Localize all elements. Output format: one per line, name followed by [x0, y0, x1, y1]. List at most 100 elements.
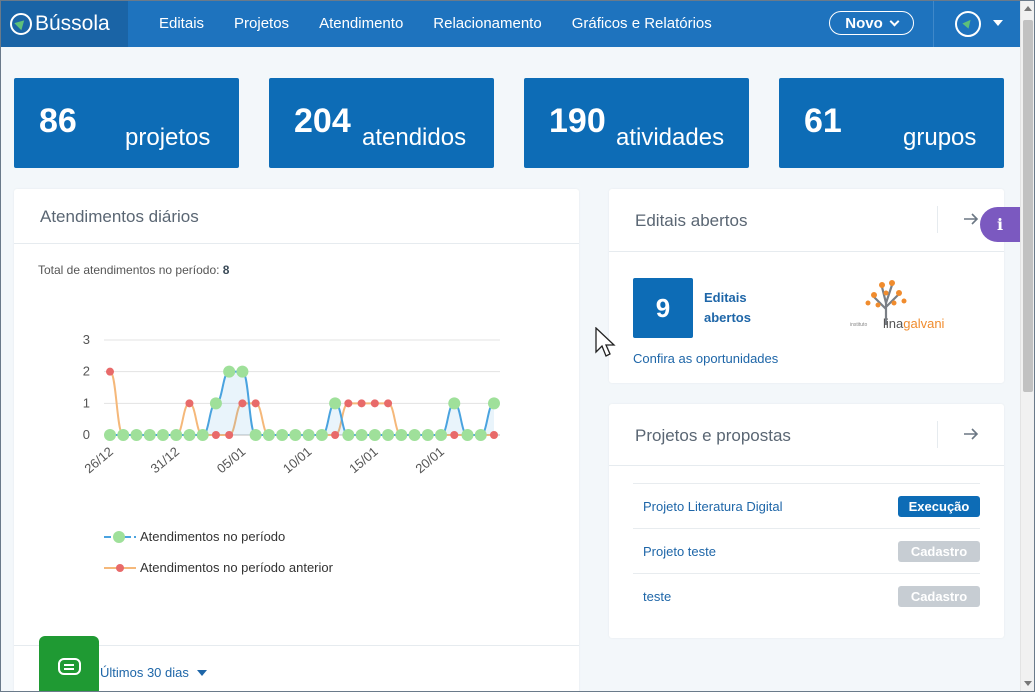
logo-instituto: instituto	[850, 322, 868, 328]
project-name[interactable]: Projeto Literatura Digital	[643, 499, 782, 514]
data-point-periodo	[236, 365, 249, 378]
confira-oportunidades-link[interactable]: Confira as oportunidades	[633, 351, 778, 366]
project-name[interactable]: teste	[643, 589, 671, 604]
data-point-periodo	[249, 429, 262, 441]
data-point-anterior	[344, 399, 353, 408]
scroll-up-arrow-icon[interactable]	[1024, 6, 1032, 11]
project-name[interactable]: Projeto teste	[643, 544, 716, 559]
stat-card-grupos[interactable]: 61 grupos	[779, 78, 1004, 168]
arrow-right-icon[interactable]	[962, 210, 980, 228]
vertical-scrollbar[interactable]	[1020, 0, 1035, 692]
legend-label: Atendimentos no período anterior	[140, 560, 333, 575]
data-point-periodo	[421, 429, 434, 441]
period-select[interactable]: Últimos 30 dias	[100, 665, 207, 680]
total-value: 8	[222, 263, 230, 277]
nav-editais[interactable]: Editais	[159, 15, 204, 32]
data-point-periodo	[302, 429, 315, 441]
stat-label: projetos	[125, 124, 211, 151]
nav-atendimento[interactable]: Atendimento	[319, 15, 403, 32]
total-atendimentos: Total de atendimentos no período: 8	[38, 263, 229, 277]
novo-label: Novo	[845, 14, 883, 32]
legend-label: Atendimentos no período	[140, 529, 286, 544]
nav-relacionamento[interactable]: Relacionamento	[433, 15, 541, 32]
stat-value: 61	[804, 102, 842, 140]
novo-button[interactable]: Novo	[829, 11, 914, 35]
status-badge: Cadastro	[898, 540, 980, 562]
data-point-anterior	[490, 431, 498, 439]
top-navbar: Bússola Editais Projetos Atendimento Rel…	[0, 0, 1020, 47]
stat-label: grupos	[903, 124, 977, 151]
nav-links: Editais Projetos Atendimento Relacioname…	[159, 15, 742, 32]
table-row[interactable]: Projeto Literatura Digital Execução	[633, 483, 980, 528]
logo-text-lina: lina	[883, 316, 904, 331]
nav-projetos[interactable]: Projetos	[234, 15, 289, 32]
caret-down-icon[interactable]	[993, 20, 1003, 26]
title-divider	[937, 421, 938, 448]
brand-logo[interactable]: Bússola	[0, 0, 128, 47]
panel-divider	[609, 465, 1004, 466]
data-point-anterior	[331, 431, 340, 439]
data-point-anterior	[251, 399, 260, 408]
legend-item-periodo-anterior[interactable]: Atendimentos no período anterior	[104, 560, 333, 575]
legend-swatch-periodo-anterior	[104, 562, 136, 574]
data-point-periodo	[329, 397, 342, 410]
stat-card-atividades[interactable]: 190 atividades	[524, 78, 749, 168]
table-row[interactable]: Projeto teste Cadastro	[633, 528, 980, 573]
editais-count[interactable]: 9	[633, 278, 693, 338]
atendimentos-chart: 0 1 2 3 26/12 31/12 05/01 10/01 15/01 20/01	[81, 332, 500, 476]
user-avatar[interactable]	[955, 11, 981, 37]
data-point-anterior	[225, 431, 234, 439]
stat-label: atendidos	[362, 124, 467, 151]
data-point-periodo	[117, 429, 130, 441]
nav-divider	[933, 0, 934, 47]
panel-title: Atendimentos diários	[40, 207, 199, 226]
panel-title: Projetos e propostas	[635, 426, 791, 445]
data-point-periodo	[342, 429, 355, 441]
data-point-periodo	[395, 429, 408, 441]
data-point-periodo	[183, 429, 196, 441]
data-point-periodo	[143, 429, 156, 441]
mouse-cursor-icon	[595, 327, 616, 357]
legend-item-periodo[interactable]: Atendimentos no período	[104, 529, 285, 544]
data-point-periodo	[223, 365, 236, 378]
x-tick-label: 15/01	[346, 444, 381, 476]
info-button[interactable]: i	[980, 207, 1020, 242]
scroll-thumb[interactable]	[1023, 20, 1033, 392]
data-point-periodo	[170, 429, 183, 441]
y-tick-label: 0	[83, 427, 90, 442]
atendimentos-panel: Atendimentos diários Total de atendiment…	[14, 189, 579, 692]
panel-divider	[14, 243, 579, 244]
data-point-periodo	[276, 429, 289, 441]
editais-panel: Editais abertos 9 Editais abertos instit…	[609, 189, 1004, 383]
nav-graficos-relatorios[interactable]: Gráficos e Relatórios	[572, 15, 712, 32]
data-point-anterior	[370, 399, 379, 408]
data-point-anterior	[211, 431, 220, 439]
lina-galvani-logo: instituto linagalvani	[850, 279, 944, 337]
period-label: Últimos 30 dias	[100, 665, 189, 680]
stat-card-atendidos[interactable]: 204 atendidos	[269, 78, 494, 168]
data-point-periodo	[461, 429, 474, 441]
data-point-periodo	[209, 397, 222, 410]
table-row[interactable]: teste Cadastro	[633, 573, 980, 618]
x-tick-label: 10/01	[280, 444, 315, 476]
scroll-down-arrow-icon[interactable]	[1024, 681, 1032, 686]
stat-value: 190	[549, 102, 606, 140]
logo-text: linagalvani	[883, 316, 944, 331]
panel-title: Editais abertos	[635, 211, 748, 230]
chat-icon	[58, 658, 81, 675]
data-point-periodo	[262, 429, 275, 441]
editais-label[interactable]: Editais abertos	[704, 288, 774, 328]
data-point-periodo	[474, 429, 487, 441]
stat-card-projetos[interactable]: 86 projetos	[14, 78, 239, 168]
chat-button[interactable]	[39, 636, 99, 692]
arrow-right-icon[interactable]	[962, 425, 980, 443]
data-point-anterior	[106, 367, 114, 376]
legend-swatch-periodo	[104, 530, 136, 543]
data-point-periodo	[435, 429, 448, 441]
compass-icon	[10, 12, 32, 35]
data-point-periodo	[408, 429, 421, 441]
stat-label: atividades	[616, 124, 725, 151]
data-point-anterior	[185, 399, 194, 408]
title-divider	[937, 206, 938, 233]
y-tick-label: 1	[83, 395, 90, 410]
